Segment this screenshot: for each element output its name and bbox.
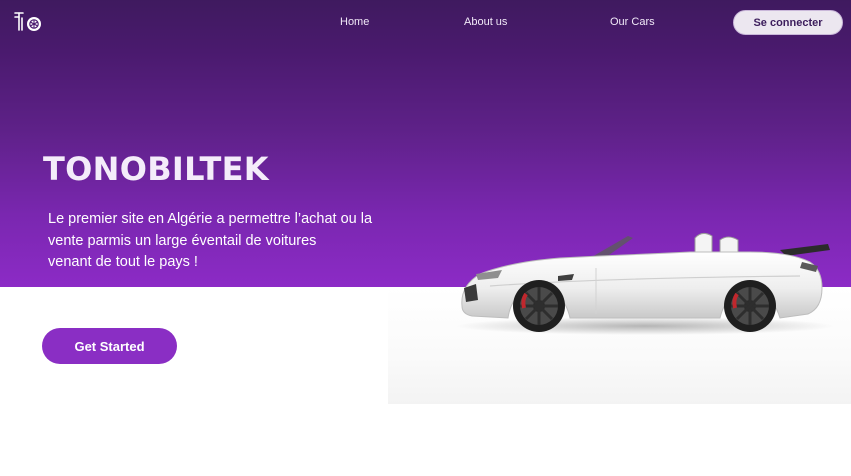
tagline-line: Le premier site en Algérie a permettre l…	[48, 211, 373, 227]
nav-link-our-cars[interactable]: Our Cars	[610, 16, 655, 28]
nav-link-about-us[interactable]: About us	[464, 16, 507, 28]
hero-tagline: Le premier site en Algérie a permettre l…	[48, 209, 428, 274]
get-started-button[interactable]: Get Started	[42, 328, 177, 364]
tonobiltek-logo-icon[interactable]	[13, 10, 43, 34]
tagline-line: vente parmis un large éventail de voitur…	[48, 232, 317, 249]
nav-link-home[interactable]: Home	[340, 16, 369, 28]
sports-car-image	[455, 232, 835, 335]
brand-title: TONOBILTEK	[43, 150, 269, 188]
login-button[interactable]: Se connecter	[733, 10, 843, 35]
tagline-line: venant de tout le pays !	[48, 254, 198, 270]
